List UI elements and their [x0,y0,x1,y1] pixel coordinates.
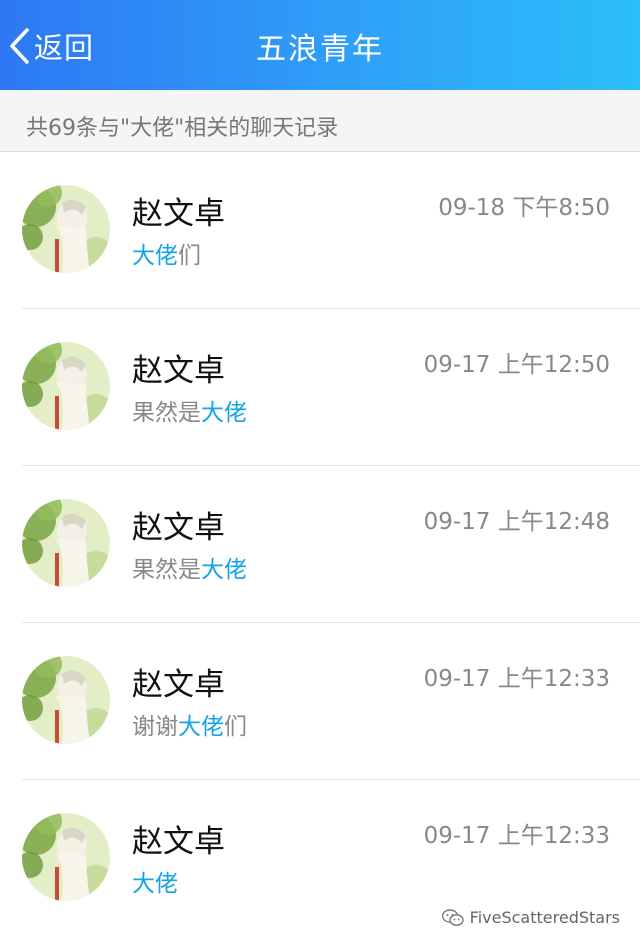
contact-name: 赵文卓 [132,196,225,232]
search-result-row[interactable]: 赵文卓 谢谢大佬们 09-17 上午12:33 [0,623,640,780]
snippet-text: 们 [178,243,201,269]
page-title: 五浪青年 [256,32,384,67]
search-result-row[interactable]: 赵文卓 果然是大佬 09-17 上午12:48 [0,466,640,623]
message-snippet: 果然是大佬 [132,393,247,427]
avatar[interactable] [22,342,110,430]
message-snippet: 大佬们 [132,236,201,270]
contact-name: 赵文卓 [132,824,225,860]
wechat-logo-icon [441,908,464,926]
snippet-keyword-highlight: 大佬 [201,400,247,426]
search-result-list: 赵文卓 大佬们 09-18 下午8:50 赵文卓 果然是大佬 09-17 上午1… [0,152,640,937]
search-result-row[interactable]: 赵文卓 大佬们 09-18 下午8:50 [0,152,640,309]
watermark: FiveScatteredStars [441,908,620,927]
search-result-row[interactable]: 赵文卓 果然是大佬 09-17 上午12:50 [0,309,640,466]
message-snippet: 谢谢大佬们 [132,707,247,741]
snippet-keyword-highlight: 大佬 [201,557,247,583]
message-timestamp: 09-17 上午12:33 [423,823,610,849]
watermark-text: FiveScatteredStars [469,908,620,927]
snippet-keyword-highlight: 大佬 [178,714,224,740]
snippet-text: 果然是 [132,557,201,583]
message-timestamp: 09-17 上午12:50 [423,352,610,378]
contact-name: 赵文卓 [132,353,225,389]
contact-name: 赵文卓 [132,510,225,546]
snippet-text: 果然是 [132,400,201,426]
message-timestamp: 09-17 上午12:48 [423,509,610,535]
search-summary-bar: 共69条与"大佬"相关的聊天记录 [0,90,640,152]
snippet-text: 谢谢 [132,714,178,740]
message-snippet: 大佬 [132,864,178,898]
nav-header: 返回 五浪青年 [0,0,640,90]
snippet-text: 们 [224,714,247,740]
message-snippet: 果然是大佬 [132,550,247,584]
message-timestamp: 09-18 下午8:50 [438,195,610,221]
result-count-text: 共69条与"大佬"相关的聊天记录 [26,116,339,141]
avatar[interactable] [22,656,110,744]
avatar[interactable] [22,813,110,901]
message-timestamp: 09-17 上午12:33 [423,666,610,692]
avatar[interactable] [22,185,110,273]
snippet-keyword-highlight: 大佬 [132,871,178,897]
contact-name: 赵文卓 [132,667,225,703]
avatar[interactable] [22,499,110,587]
snippet-keyword-highlight: 大佬 [132,243,178,269]
